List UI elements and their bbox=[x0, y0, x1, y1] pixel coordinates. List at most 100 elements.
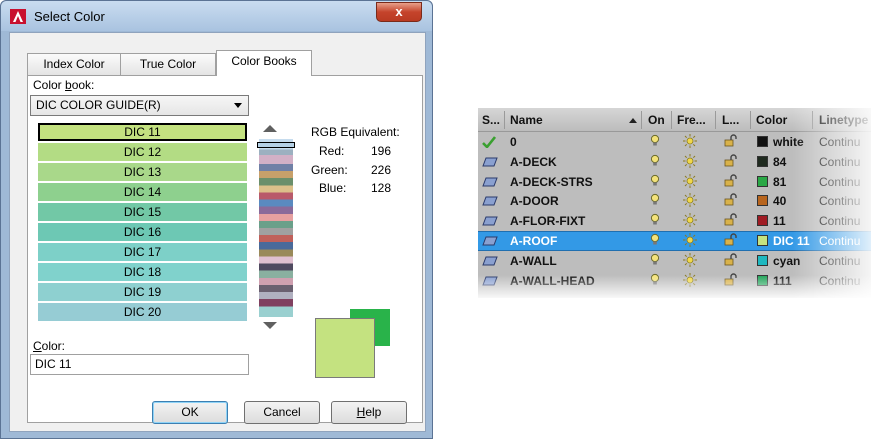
lightbulb-on-icon[interactable] bbox=[650, 154, 660, 170]
color-book-page-strip[interactable] bbox=[259, 139, 293, 317]
layer-properties-table: S... Name On Fre... L... Color Linetype … bbox=[478, 108, 871, 298]
layer-row[interactable]: A-DECK 84 Continu bbox=[478, 153, 871, 171]
layer-color-swatch[interactable] bbox=[757, 175, 768, 187]
sun-thawed-icon[interactable] bbox=[683, 173, 697, 191]
layer-color-swatch[interactable] bbox=[757, 195, 768, 207]
lightbulb-on-icon[interactable] bbox=[650, 174, 660, 190]
layer-color-swatch[interactable] bbox=[757, 215, 768, 227]
color-swatch[interactable]: DIC 18 bbox=[38, 263, 247, 281]
layer-color-name[interactable]: DIC 11 bbox=[773, 234, 810, 248]
sun-thawed-icon[interactable] bbox=[683, 193, 697, 210]
layer-linetype[interactable]: Continu bbox=[819, 135, 860, 149]
red-value: 196 bbox=[370, 144, 391, 158]
rgb-green-row: Green: 226 bbox=[311, 163, 391, 177]
col-lock[interactable]: L... bbox=[722, 113, 739, 127]
unlocked-padlock-icon[interactable] bbox=[724, 154, 738, 170]
layer-linetype[interactable]: Continu bbox=[819, 254, 860, 268]
layer-color-name[interactable]: cyan bbox=[773, 254, 800, 268]
color-swatch[interactable]: DIC 19 bbox=[38, 283, 247, 301]
layer-row[interactable]: A-FLOR-FIXT 11 Continu bbox=[478, 212, 871, 230]
layer-color-swatch[interactable] bbox=[757, 254, 768, 266]
select-color-dialog: Select Color x Index Color True Color Co… bbox=[0, 0, 433, 439]
col-freeze[interactable]: Fre... bbox=[677, 113, 706, 127]
unlocked-padlock-icon[interactable] bbox=[724, 193, 738, 209]
col-linetype[interactable]: Linetype bbox=[819, 113, 868, 127]
unlocked-padlock-icon[interactable] bbox=[724, 253, 738, 269]
layer-linetype[interactable]: Continu bbox=[819, 155, 860, 169]
close-button[interactable]: x bbox=[376, 2, 422, 22]
sun-thawed-icon[interactable] bbox=[683, 252, 697, 270]
layer-status-icon bbox=[482, 215, 498, 227]
layer-linetype[interactable]: Continu bbox=[819, 175, 860, 189]
column-divider bbox=[641, 111, 642, 129]
lightbulb-on-icon[interactable] bbox=[650, 134, 660, 150]
sun-thawed-icon[interactable] bbox=[683, 134, 697, 151]
column-divider bbox=[812, 111, 813, 129]
sun-thawed-icon[interactable] bbox=[683, 272, 697, 290]
layer-row[interactable]: A-WALL cyan Continu bbox=[478, 252, 871, 270]
color-book-value: DIC COLOR GUIDE(R) bbox=[36, 98, 161, 112]
layer-color-swatch[interactable] bbox=[757, 235, 768, 246]
layer-color-swatch[interactable] bbox=[757, 155, 768, 167]
lightbulb-on-icon[interactable] bbox=[650, 253, 660, 269]
ok-button[interactable]: OK bbox=[152, 401, 228, 424]
layer-color-name[interactable]: 40 bbox=[773, 194, 786, 208]
unlocked-padlock-icon[interactable] bbox=[724, 134, 738, 150]
scroll-up-arrow-icon[interactable] bbox=[263, 125, 277, 132]
layer-color-name[interactable]: white bbox=[773, 135, 804, 149]
sort-ascending-icon bbox=[629, 118, 637, 123]
color-book-select[interactable]: DIC COLOR GUIDE(R) bbox=[30, 95, 249, 116]
layer-color-name[interactable]: 111 bbox=[773, 274, 792, 288]
layer-linetype[interactable]: Continu bbox=[819, 214, 860, 228]
lightbulb-on-icon[interactable] bbox=[650, 273, 660, 289]
lightbulb-on-icon[interactable] bbox=[650, 233, 660, 249]
layer-color-name[interactable]: 84 bbox=[773, 155, 786, 169]
table-header: S... Name On Fre... L... Color Linetype bbox=[478, 108, 871, 132]
layer-row[interactable]: A-DOOR 40 Continu bbox=[478, 192, 871, 210]
lightbulb-on-icon[interactable] bbox=[650, 213, 660, 229]
tab-color-books[interactable]: Color Books bbox=[216, 50, 312, 76]
layer-row[interactable]: A-DECK-STRS 81 Continu bbox=[478, 173, 871, 191]
title-bar[interactable]: Select Color x bbox=[1, 1, 432, 31]
color-swatch[interactable]: DIC 17 bbox=[38, 243, 247, 261]
color-swatch[interactable]: DIC 14 bbox=[38, 183, 247, 201]
layer-row[interactable]: A-ROOF DIC 11 Continu bbox=[478, 231, 871, 251]
color-swatch[interactable]: DIC 20 bbox=[38, 303, 247, 321]
scroll-down-arrow-icon[interactable] bbox=[263, 322, 277, 329]
tab-index-color[interactable]: Index Color bbox=[27, 53, 121, 75]
unlocked-padlock-icon[interactable] bbox=[724, 233, 738, 249]
tab-true-color[interactable]: True Color bbox=[120, 53, 216, 75]
layer-row[interactable]: A-WALL-HEAD 111 Continu bbox=[478, 272, 871, 290]
color-swatch[interactable]: DIC 11 bbox=[38, 123, 247, 141]
col-status[interactable]: S... bbox=[482, 113, 500, 127]
cancel-button[interactable]: Cancel bbox=[244, 401, 320, 424]
sun-thawed-icon[interactable] bbox=[683, 153, 697, 171]
layer-row[interactable]: 0 white Continu bbox=[478, 133, 871, 151]
col-on[interactable]: On bbox=[648, 113, 665, 127]
unlocked-padlock-icon[interactable] bbox=[724, 272, 738, 289]
new-color-preview bbox=[315, 318, 375, 378]
lightbulb-on-icon[interactable] bbox=[650, 193, 660, 209]
col-color[interactable]: Color bbox=[756, 113, 787, 127]
sun-thawed-icon[interactable] bbox=[683, 213, 697, 230]
unlocked-padlock-icon[interactable] bbox=[724, 173, 738, 190]
help-button[interactable]: Help bbox=[331, 401, 407, 424]
color-swatch[interactable]: DIC 15 bbox=[38, 203, 247, 221]
layer-linetype[interactable]: Continu bbox=[819, 234, 860, 248]
sun-thawed-icon[interactable] bbox=[683, 233, 697, 250]
page-strip-selector[interactable] bbox=[257, 142, 295, 148]
layer-linetype[interactable]: Continu bbox=[819, 274, 860, 288]
color-name-field[interactable]: DIC 11 bbox=[30, 354, 249, 375]
layer-status-icon bbox=[482, 275, 498, 287]
column-divider bbox=[715, 111, 716, 129]
col-name[interactable]: Name bbox=[510, 113, 543, 127]
unlocked-padlock-icon[interactable] bbox=[724, 213, 738, 229]
layer-color-name[interactable]: 11 bbox=[773, 214, 786, 228]
color-swatch[interactable]: DIC 13 bbox=[38, 163, 247, 181]
color-swatch[interactable]: DIC 12 bbox=[38, 143, 247, 161]
layer-linetype[interactable]: Continu bbox=[819, 194, 860, 208]
layer-color-name[interactable]: 81 bbox=[773, 175, 786, 189]
layer-color-swatch[interactable] bbox=[757, 274, 768, 286]
layer-color-swatch[interactable] bbox=[757, 136, 768, 147]
color-swatch[interactable]: DIC 16 bbox=[38, 223, 247, 241]
